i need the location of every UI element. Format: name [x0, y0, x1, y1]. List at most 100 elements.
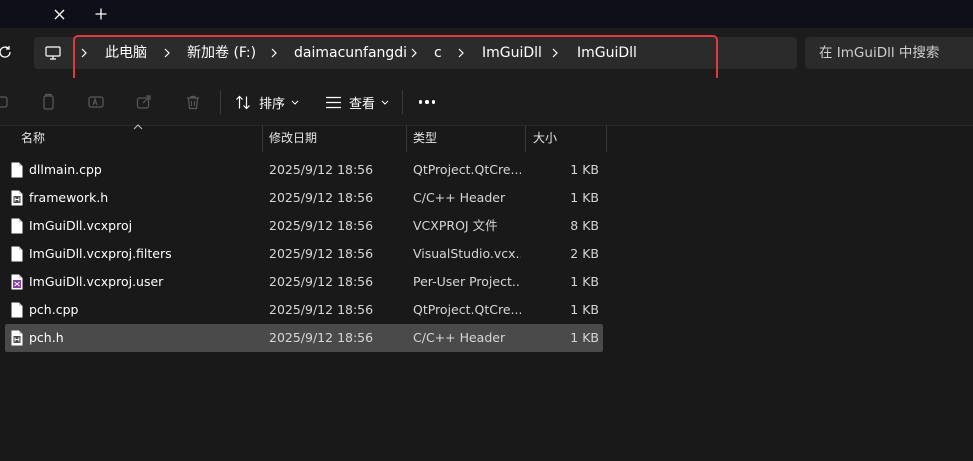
view-icon [326, 96, 341, 108]
address-bar[interactable]: 此电脑 新加卷 (F:) daimacunfangdi c ImGuiDll I… [34, 37, 797, 69]
file-type: Per-User Project... [413, 274, 521, 289]
column-divider[interactable] [406, 126, 407, 152]
chevron-down-icon [291, 100, 299, 105]
project-user-file-icon [11, 274, 23, 290]
file-date: 2025/9/12 18:56 [269, 302, 374, 317]
file-date: 2025/9/12 18:56 [269, 330, 374, 345]
column-header-date[interactable]: 修改日期 [269, 126, 317, 152]
file-icon [11, 302, 23, 318]
file-row[interactable]: ImGuiDll.vcxproj.user 2025/9/12 18:56 Pe… [5, 268, 603, 296]
file-type: C/C++ Header [413, 190, 506, 205]
file-size: 8 KB [570, 218, 599, 233]
search-input[interactable] [805, 37, 973, 69]
file-row[interactable]: dllmain.cpp 2025/9/12 18:56 QtProject.Qt… [5, 156, 603, 184]
plus-icon [95, 8, 107, 20]
column-divider[interactable] [262, 126, 263, 152]
breadcrumb-item-folder[interactable]: daimacunfangdi [294, 37, 407, 69]
breadcrumb-item-current[interactable]: ImGuiDll [577, 37, 637, 69]
chevron-right-icon[interactable] [409, 37, 419, 69]
breadcrumb-item-imguidll[interactable]: ImGuiDll [482, 37, 542, 69]
file-row[interactable]: ImGuiDll.vcxproj.filters 2025/9/12 18:56… [5, 240, 603, 268]
sort-button[interactable]: 排序 [235, 90, 299, 114]
chevron-right-icon[interactable] [456, 37, 466, 69]
file-name: pch.cpp [29, 302, 79, 317]
view-label: 查看 [349, 96, 376, 112]
file-size: 1 KB [570, 274, 599, 289]
file-type: VisualStudio.vcx... [413, 246, 521, 261]
refresh-button[interactable] [0, 43, 14, 61]
file-explorer-window: 此电脑 新加卷 (F:) daimacunfangdi c ImGuiDll I… [0, 0, 973, 461]
file-date: 2025/9/12 18:56 [269, 218, 374, 233]
copy-icon [43, 93, 54, 110]
file-size: 1 KB [570, 302, 599, 317]
header-file-icon [11, 190, 23, 206]
column-header-type[interactable]: 类型 [413, 126, 437, 152]
file-date: 2025/9/12 18:56 [269, 190, 374, 205]
file-rows: dllmain.cpp 2025/9/12 18:56 QtProject.Qt… [0, 156, 973, 352]
chevron-down-icon [381, 100, 389, 105]
file-row[interactable]: framework.h 2025/9/12 18:56 C/C++ Header… [5, 184, 603, 212]
file-date: 2025/9/12 18:56 [269, 274, 374, 289]
close-tab-button[interactable] [48, 3, 70, 25]
toolbar-divider [220, 90, 221, 114]
share-icon [136, 95, 151, 109]
delete-button[interactable] [183, 92, 203, 112]
file-name: framework.h [29, 190, 109, 205]
file-date: 2025/9/12 18:56 [269, 246, 374, 261]
file-name: ImGuiDll.vcxproj.user [29, 274, 164, 289]
column-divider[interactable] [606, 126, 607, 152]
chevron-right-icon[interactable] [162, 37, 172, 69]
sort-ascending-icon [133, 124, 143, 130]
command-bar: 排序 查看 [0, 78, 973, 126]
file-row[interactable]: ImGuiDll.vcxproj 2025/9/12 18:56 VCXPROJ… [5, 212, 603, 240]
chevron-right-icon[interactable] [550, 37, 560, 69]
breadcrumb-item-drive[interactable]: 新加卷 (F:) [187, 37, 256, 69]
more-options-button[interactable] [416, 92, 438, 112]
cut-button[interactable] [0, 92, 12, 112]
share-button[interactable] [134, 92, 154, 112]
copy-button[interactable] [38, 92, 58, 112]
column-header-name[interactable]: 名称 [21, 126, 45, 152]
search-box[interactable] [805, 37, 973, 69]
more-icon [418, 100, 423, 104]
column-header-size[interactable]: 大小 [533, 126, 557, 152]
file-type: VCXPROJ 文件 [413, 218, 498, 233]
toolbar-divider [402, 90, 403, 114]
file-name: ImGuiDll.vcxproj.filters [29, 246, 172, 261]
file-size: 1 KB [570, 190, 599, 205]
file-name: pch.h [29, 330, 64, 345]
rename-icon [88, 96, 104, 108]
navigation-bar: 此电脑 新加卷 (F:) daimacunfangdi c ImGuiDll I… [0, 28, 973, 78]
file-list: 名称 修改日期 类型 大小 dllmain.cpp 2025/9/12 18:5… [0, 124, 973, 461]
column-divider[interactable] [525, 126, 526, 152]
file-icon [11, 162, 23, 178]
file-row-selected[interactable]: pch.h 2025/9/12 18:56 C/C++ Header 1 KB [5, 324, 603, 352]
file-size: 1 KB [570, 162, 599, 177]
sort-icon [236, 95, 250, 109]
file-icon [11, 218, 23, 234]
file-name: ImGuiDll.vcxproj [29, 218, 133, 233]
breadcrumb-item-c[interactable]: c [434, 37, 442, 69]
new-tab-button[interactable] [90, 3, 112, 25]
sort-label: 排序 [259, 96, 286, 112]
file-size: 1 KB [570, 330, 599, 345]
refresh-icon [0, 46, 11, 58]
file-type: QtProject.QtCre... [413, 162, 521, 177]
header-file-icon [11, 330, 23, 346]
rename-button[interactable] [86, 92, 106, 112]
file-size: 2 KB [570, 246, 599, 261]
file-type: QtProject.QtCre... [413, 302, 521, 317]
chevron-right-icon[interactable] [79, 37, 89, 69]
column-header-row: 名称 修改日期 类型 大小 [0, 124, 973, 152]
file-type: C/C++ Header [413, 330, 506, 345]
breadcrumb-item-this-pc[interactable]: 此电脑 [105, 37, 147, 69]
tab-strip [0, 0, 973, 28]
close-icon [54, 9, 64, 19]
file-icon [11, 246, 23, 262]
cut-icon [0, 96, 8, 108]
view-button[interactable]: 查看 [325, 90, 389, 114]
breadcrumb: 此电脑 新加卷 (F:) daimacunfangdi c ImGuiDll I… [34, 37, 797, 69]
delete-icon [187, 95, 199, 110]
chevron-right-icon[interactable] [269, 37, 279, 69]
file-row[interactable]: pch.cpp 2025/9/12 18:56 QtProject.QtCre.… [5, 296, 603, 324]
